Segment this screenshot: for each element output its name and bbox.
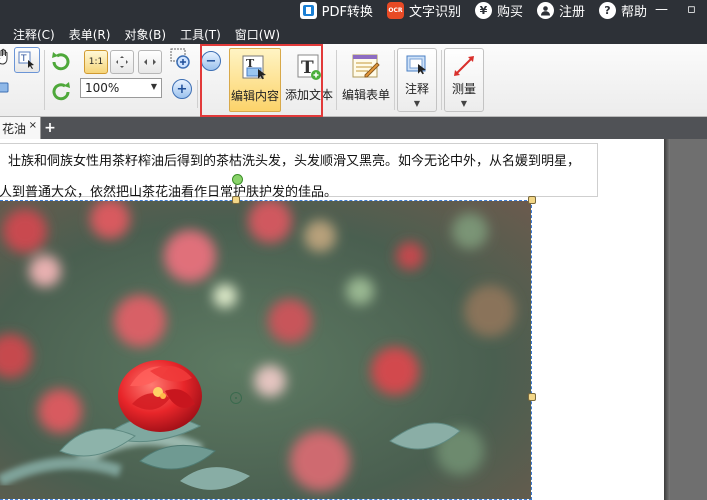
camellia-photo-image: [0, 201, 531, 499]
tab-bar: 花油 × +: [0, 117, 707, 139]
register-label: 注册: [558, 4, 585, 20]
menu-tools[interactable]: 工具(T): [173, 26, 228, 43]
zoom-in-icon: +: [176, 81, 188, 97]
help-button[interactable]: ? 帮助: [598, 1, 647, 20]
fit-page-button[interactable]: [110, 50, 134, 74]
add-text-icon: T: [294, 52, 324, 82]
buy-label: 购买: [496, 4, 523, 20]
hand-tool-icon[interactable]: [0, 48, 12, 69]
resize-handle-top[interactable]: [232, 196, 240, 204]
page-shadow: [664, 139, 670, 500]
annotate-icon: [403, 52, 431, 80]
zoom-out-button[interactable]: −: [201, 51, 221, 71]
resize-handle-right[interactable]: [528, 393, 536, 401]
annotate-dropdown[interactable]: 注释 ▼: [397, 48, 437, 112]
zoom-in-button[interactable]: +: [172, 79, 192, 99]
edit-content-icon: T: [240, 53, 270, 83]
help-label: 帮助: [620, 4, 647, 20]
edit-form-icon: [351, 52, 381, 82]
chevron-down-icon: ▼: [150, 82, 157, 91]
edit-content-label: 编辑内容: [230, 89, 279, 103]
edit-form-button[interactable]: 编辑表单: [340, 48, 392, 110]
user-icon: [536, 1, 554, 19]
snapshot-tool-icon[interactable]: [0, 80, 10, 97]
minimize-icon[interactable]: —: [655, 2, 668, 17]
chevron-down-icon: ▼: [460, 99, 468, 108]
document-text-line[interactable]: 壮族和侗族女性用茶籽榨油后得到的茶枯洗头发，头发顺滑又黑亮。如今无论中外，从名媛…: [8, 150, 580, 169]
measure-dropdown[interactable]: 测量 ▼: [444, 48, 484, 112]
tab-document-label: 花油: [2, 121, 27, 136]
edit-content-button[interactable]: T 编辑内容: [229, 48, 281, 112]
marquee-zoom-icon[interactable]: [170, 48, 196, 75]
fit-page-icon: [116, 56, 128, 68]
fit-width-icon: [144, 59, 156, 65]
ocr-button[interactable]: OCR 文字识别: [386, 1, 461, 20]
add-text-label: 添加文本: [284, 88, 333, 102]
measure-label: 测量: [451, 82, 476, 96]
close-icon[interactable]: ×: [29, 120, 37, 131]
center-point-icon: [230, 392, 242, 404]
ocr-label: 文字识别: [408, 4, 461, 20]
camellia-photo[interactable]: [0, 200, 532, 500]
zoom-value: 100%: [85, 81, 120, 95]
edit-form-label: 编辑表单: [341, 88, 390, 102]
rotate-clockwise-icon[interactable]: [50, 50, 72, 75]
measure-icon: [450, 52, 478, 80]
document-text-line[interactable]: 人到普通大众，依然把山茶花油看作日常护肤护发的佳品。: [0, 181, 337, 200]
chevron-down-icon: ▼: [413, 99, 421, 108]
actual-size-button[interactable]: 1:1: [84, 50, 108, 74]
toolbar-separator: [44, 50, 45, 110]
menu-bar: 注释(C) 表单(R) 对象(B) 工具(T) 窗口(W): [0, 24, 287, 44]
toolbar-separator: [336, 50, 337, 110]
buy-button[interactable]: ¥ 购买: [474, 1, 523, 20]
help-icon: ?: [598, 1, 616, 19]
title-bar: PDF转换 OCR 文字识别 ¥ 购买 注册 ? 帮助 — ▫ 注释(C) 表单…: [0, 0, 707, 44]
maximize-icon[interactable]: ▫: [687, 2, 696, 17]
svg-text:T: T: [20, 54, 27, 64]
menu-form[interactable]: 表单(R): [62, 26, 118, 43]
toolbar-separator: [197, 80, 198, 108]
zoom-out-icon: −: [205, 53, 217, 69]
rotate-counterclockwise-icon[interactable]: [50, 80, 72, 105]
tab-document[interactable]: 花油 ×: [0, 117, 41, 139]
pdf-convert-button[interactable]: PDF转换: [299, 1, 373, 20]
pdf-convert-icon: [299, 1, 317, 19]
actual-size-label: 1:1: [88, 57, 104, 67]
annotate-label: 注释: [404, 82, 429, 96]
ocr-icon: OCR: [386, 1, 404, 19]
rotate-handle[interactable]: [232, 174, 243, 185]
zoom-select[interactable]: 100% ▼: [80, 78, 162, 98]
resize-handle-top-right[interactable]: [528, 196, 536, 204]
menu-window[interactable]: 窗口(W): [228, 26, 287, 43]
top-actions: PDF转换 OCR 文字识别 ¥ 购买 注册 ? 帮助: [286, 0, 647, 20]
toolbar-separator: [441, 50, 442, 110]
menu-annotate[interactable]: 注释(C): [0, 26, 62, 43]
pdf-convert-label: PDF转换: [321, 4, 373, 20]
add-text-button[interactable]: T 添加文本: [284, 48, 334, 110]
yen-icon: ¥: [474, 1, 492, 19]
add-tab-button[interactable]: +: [42, 120, 58, 136]
select-text-tool-icon[interactable]: T: [14, 47, 40, 73]
menu-object[interactable]: 对象(B): [117, 26, 173, 43]
register-button[interactable]: 注册: [536, 1, 585, 20]
fit-width-button[interactable]: [138, 50, 162, 74]
toolbar-separator: [394, 50, 395, 110]
